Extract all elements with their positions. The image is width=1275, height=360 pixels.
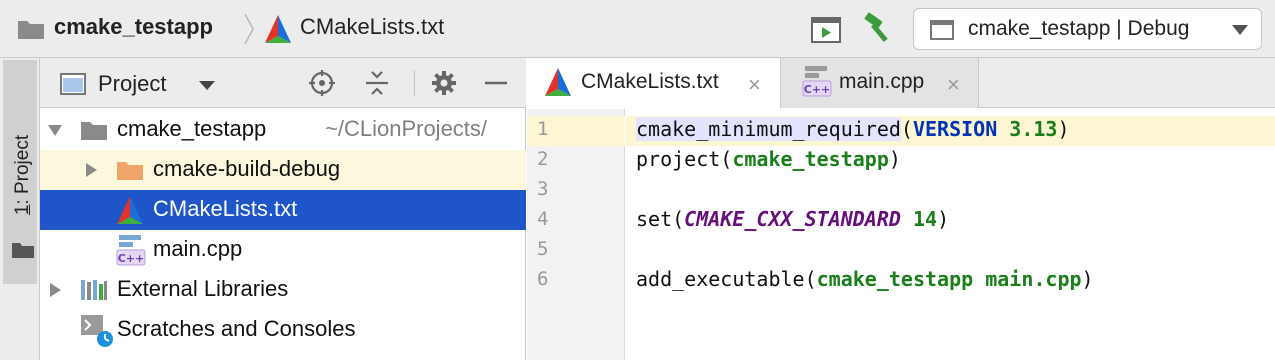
breadcrumb-file[interactable]: CMakeLists.txt — [300, 14, 444, 40]
code-token-keyword: VERSION — [912, 117, 998, 141]
code-token-function: add_executable( — [636, 267, 817, 291]
code-token-function: project( — [636, 147, 733, 171]
cmake-icon — [545, 68, 571, 96]
code-line-2[interactable]: project(cmake_testapp) — [636, 147, 901, 171]
tree-item-label: CMakeLists.txt — [153, 196, 298, 221]
tree-item-label: Scratches and Consoles — [117, 316, 356, 341]
tree-item-label: main.cpp — [153, 236, 243, 261]
code-line-1[interactable]: cmake_minimum_required(VERSION 3.13) — [636, 117, 1070, 141]
editor-tabs: CMakeLists.txt × C++ main.cpp × — [527, 58, 1275, 108]
breadcrumb-project[interactable]: cmake_testapp — [54, 14, 213, 40]
folder-icon — [117, 162, 143, 180]
locate-target-icon[interactable] — [308, 69, 336, 97]
code-line-4[interactable]: set(CMAKE_CXX_STANDARD 14) — [636, 207, 949, 231]
line-number: 1 — [537, 118, 549, 140]
project-view-icon — [60, 73, 86, 95]
tab-main-cpp[interactable]: C++ main.cpp × — [781, 58, 979, 108]
project-panel: Project cmake_testapp ~/CLionProjects/ c… — [40, 58, 526, 360]
library-icon — [81, 280, 107, 300]
tree-item-label: cmake_testapp — [117, 116, 267, 141]
close-icon[interactable]: × — [947, 72, 960, 98]
folder-icon — [12, 243, 34, 258]
tree-item-external-libraries[interactable]: External Libraries — [40, 270, 526, 310]
run-configuration-select[interactable]: cmake_testapp | Debug — [913, 8, 1262, 50]
chevron-right-icon[interactable] — [82, 161, 100, 179]
minimize-icon[interactable] — [482, 69, 510, 97]
project-view-selector[interactable]: Project — [98, 71, 166, 97]
tree-item-scratches[interactable]: Scratches and Consoles — [40, 310, 526, 350]
code-token-punct: ( — [900, 117, 913, 141]
chevron-down-icon[interactable] — [46, 121, 64, 139]
code-token-function: cmake_minimum_required — [636, 117, 901, 141]
tab-cmakelists[interactable]: CMakeLists.txt × — [527, 58, 781, 108]
toolbar-divider — [414, 70, 415, 96]
cmake-icon — [117, 196, 143, 224]
scratches-icon — [81, 315, 113, 347]
navigation-bar: cmake_testapp CMakeLists.txt cmake_testa… — [0, 0, 1275, 58]
tree-item-cmakelists[interactable]: CMakeLists.txt — [40, 190, 526, 230]
folder-icon — [18, 21, 44, 39]
cpp-file-icon: C++ — [116, 235, 146, 266]
code-token-variable: CMAKE_CXX_STANDARD — [684, 207, 901, 231]
code-token-punct: ) — [1081, 267, 1094, 291]
chevron-down-icon — [1232, 25, 1248, 35]
collapse-all-icon[interactable] — [363, 69, 391, 97]
svg-text:C++: C++ — [118, 252, 145, 265]
cpp-file-icon: C++ — [802, 66, 832, 97]
configuration-icon — [930, 20, 954, 40]
project-tool-window-label: 1: Project — [12, 134, 33, 216]
line-number: 5 — [537, 238, 549, 260]
line-number-gutter — [527, 109, 625, 360]
line-number: 6 — [537, 268, 549, 290]
svg-text:C++: C++ — [804, 83, 831, 96]
breadcrumb-separator-icon — [244, 13, 254, 45]
tool-window-strip: 1: Project — [0, 58, 40, 360]
close-icon[interactable]: × — [748, 72, 761, 98]
tab-label: main.cpp — [839, 70, 925, 93]
editor-area: CMakeLists.txt × C++ main.cpp × 1 2 3 4 … — [527, 58, 1275, 360]
run-window-icon[interactable] — [810, 15, 842, 45]
folder-icon — [81, 122, 107, 140]
code-token-punct: ) — [888, 147, 901, 171]
code-token-punct: ) — [1057, 117, 1070, 141]
code-token-number: 3.13 — [1009, 117, 1058, 141]
run-configuration-label: cmake_testapp | Debug — [968, 17, 1190, 40]
tree-item-build-dir[interactable]: cmake-build-debug — [40, 150, 526, 190]
code-token-punct: ) — [937, 207, 950, 231]
code-token-function: set( — [636, 207, 685, 231]
line-number: 4 — [537, 208, 549, 230]
line-number: 3 — [537, 178, 549, 200]
chevron-down-icon[interactable] — [199, 81, 215, 90]
project-panel-header: Project — [40, 58, 526, 108]
cmake-icon — [265, 15, 291, 43]
code-line-6[interactable]: add_executable(cmake_testapp main.cpp) — [636, 267, 1094, 291]
tree-item-path: ~/CLionProjects/ — [325, 116, 488, 141]
tree-item-main-cpp[interactable]: C++ main.cpp — [40, 230, 526, 270]
build-hammer-icon[interactable] — [862, 11, 896, 45]
tree-item-root[interactable]: cmake_testapp ~/CLionProjects/ — [40, 110, 526, 150]
chevron-right-icon[interactable] — [46, 281, 64, 299]
gear-icon[interactable] — [430, 69, 458, 97]
tab-label: CMakeLists.txt — [581, 70, 719, 93]
line-number: 2 — [537, 148, 549, 170]
code-token-argument: cmake_testapp — [732, 147, 889, 171]
code-token-number: 14 — [912, 207, 938, 231]
tree-item-label: cmake-build-debug — [153, 156, 341, 181]
tree-item-label: External Libraries — [117, 276, 289, 301]
code-token-argument: cmake_testapp main.cpp — [816, 267, 1082, 291]
project-tool-window-tab[interactable]: 1: Project — [3, 60, 37, 284]
